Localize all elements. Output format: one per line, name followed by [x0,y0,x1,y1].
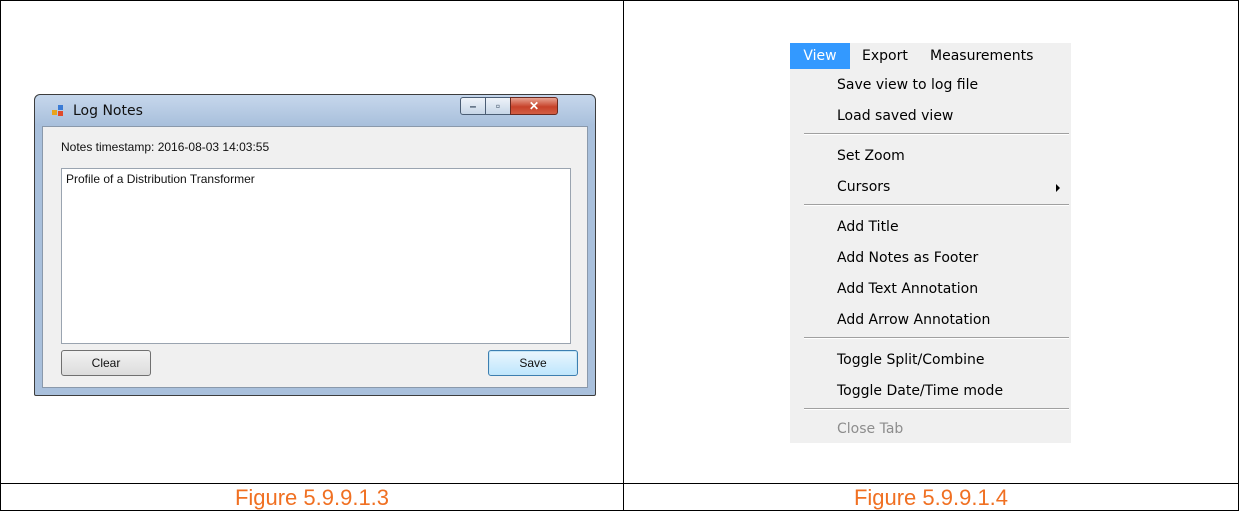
app-icon [52,105,64,117]
menu-item-add-arrow-annotation[interactable]: Add Arrow Annotation [837,312,990,328]
menu-item-load-view[interactable]: Load saved view [837,108,953,124]
menu-item-toggle-split[interactable]: Toggle Split/Combine [837,352,984,368]
right-figure-caption: Figure 5.9.9.1.4 [853,485,1009,510]
close-icon: ✕ [528,99,540,113]
window-client-area: Notes timestamp: 2016-08-03 14:03:55 Pro… [42,126,588,388]
maximize-button[interactable]: ▫ [485,97,511,115]
menu-separator [804,133,1069,135]
menu-item-add-title[interactable]: Add Title [837,219,899,235]
menu-export[interactable]: Export [862,43,908,69]
close-button[interactable]: ✕ [510,97,558,115]
save-button[interactable]: Save [488,350,578,376]
menu-item-toggle-datetime[interactable]: Toggle Date/Time mode [837,383,1003,399]
menu-view[interactable]: View [790,43,850,69]
window-titlebar[interactable]: Log Notes – ▫ ✕ [35,95,595,125]
menu-separator [804,204,1069,206]
menu-separator [804,408,1069,410]
menu-bar: View Export Measurements [790,43,1071,69]
menu-separator [804,337,1069,339]
table-border-left [0,0,1,511]
table-border-top [0,0,1239,1]
clear-button[interactable]: Clear [61,350,151,376]
minimize-icon: – [469,99,477,113]
table-row-divider [0,483,1239,484]
view-dropdown-menu: Save view to log file Load saved view Se… [790,69,1071,443]
menu-measurements[interactable]: Measurements [930,43,1033,69]
minimize-button[interactable]: – [460,97,486,115]
submenu-arrow-icon [1056,184,1060,192]
log-notes-window: Log Notes – ▫ ✕ Notes timestamp: 2016-08… [34,94,596,396]
table-column-divider [623,0,624,511]
notes-textarea[interactable]: Profile of a Distribution Transformer [61,168,571,344]
left-figure-caption: Figure 5.9.9.1.3 [234,485,390,510]
menu-item-set-zoom[interactable]: Set Zoom [837,148,905,164]
menu-item-close-tab: Close Tab [837,421,904,437]
notes-timestamp-label: Notes timestamp: 2016-08-03 14:03:55 [61,140,270,154]
window-title: Log Notes [73,103,143,119]
menu-item-save-view[interactable]: Save view to log file [837,77,978,93]
menu-item-cursors[interactable]: Cursors [837,179,890,195]
menu-item-add-notes-footer[interactable]: Add Notes as Footer [837,250,978,266]
menu-item-add-text-annotation[interactable]: Add Text Annotation [837,281,978,297]
maximize-icon: ▫ [495,99,501,113]
